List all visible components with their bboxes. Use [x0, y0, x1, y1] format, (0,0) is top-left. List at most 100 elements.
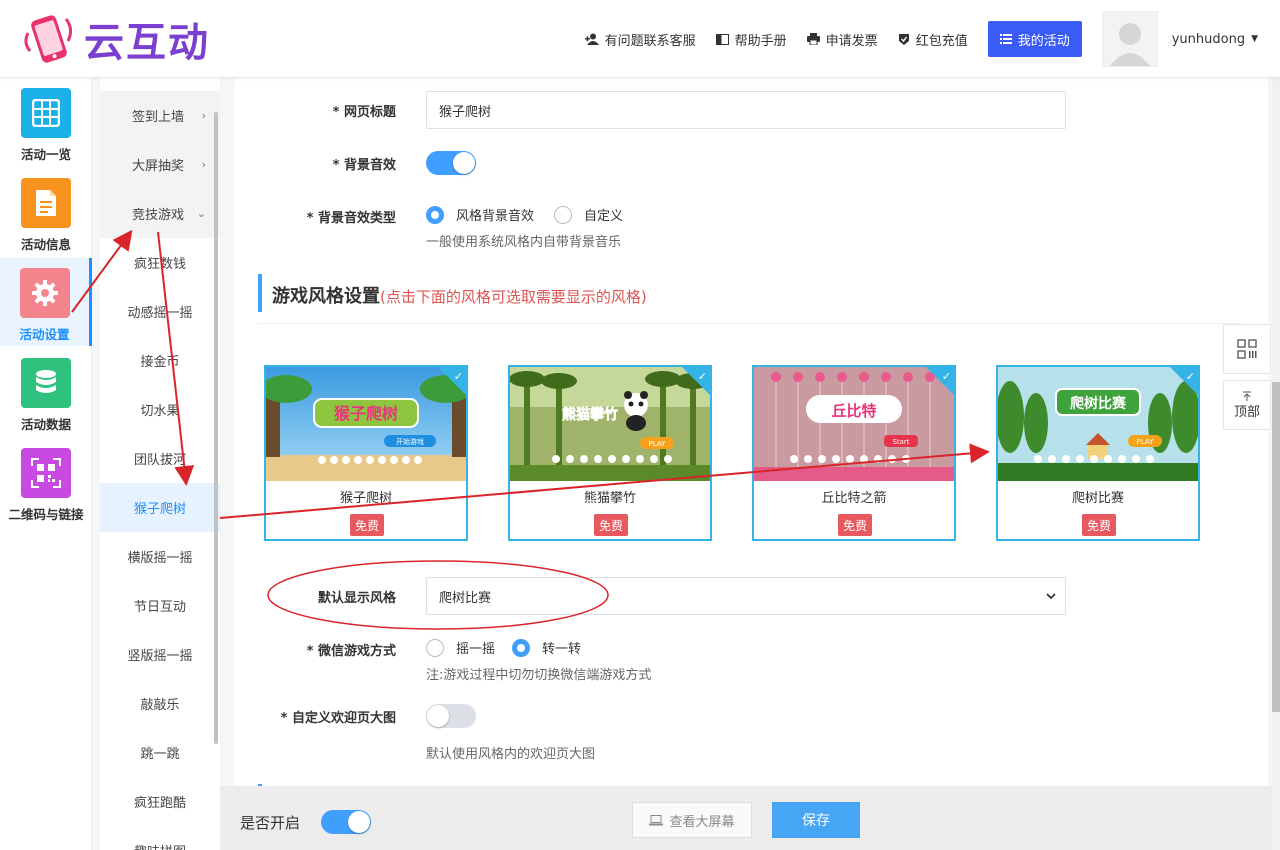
left-nav-item-activity-data[interactable]: 活动数据 — [0, 348, 92, 436]
sub-nav-label: 签到上墙 — [132, 110, 185, 125]
sub-nav-label: 大屏抽奖 — [132, 159, 185, 174]
phone-logo-icon — [24, 15, 73, 63]
chevron-down-icon: ⌄ — [196, 207, 206, 220]
caret-down-icon: ▼ — [1251, 34, 1258, 44]
my-activity-button[interactable]: 我的活动 — [987, 21, 1082, 57]
toggle-knob — [427, 705, 449, 727]
my-activity-label: 我的活动 — [1017, 33, 1070, 49]
left-nav-item-activity-info[interactable]: 活动信息 — [0, 168, 92, 256]
wechat-mode-label: * 微信游戏方式 — [306, 644, 396, 659]
save-button[interactable]: 保存 — [772, 802, 860, 838]
back-to-top-label: 顶部 — [1233, 404, 1260, 420]
left-nav-label: 活动一览 — [20, 147, 71, 162]
gear-icon — [31, 280, 58, 306]
default-style-select[interactable]: 爬树比赛 — [426, 577, 1066, 615]
page-scrollbar-thumb[interactable] — [1272, 382, 1280, 712]
logo-text: 云互动 — [84, 19, 210, 66]
nav-invoice[interactable]: 申请发票 — [806, 30, 878, 49]
left-nav-label: 活动数据 — [20, 417, 71, 432]
style-thumbnail: 爬树比赛 PLAY — [998, 367, 1198, 481]
row-page-title: * 网页标题 猴子爬树 — [234, 91, 1268, 131]
sub-nav-parent-screen-lottery[interactable]: 大屏抽奖 › — [100, 140, 220, 189]
page-title-label: * 网页标题 — [332, 105, 396, 120]
free-badge: 免费 — [350, 514, 384, 536]
style-card-panda[interactable]: 熊猫攀竹 PLAY ✓ 熊猫攀竹 免费 — [508, 365, 712, 541]
bg-music-toggle[interactable] — [426, 151, 476, 175]
sub-nav-item[interactable]: 竖版摇一摇 — [100, 630, 220, 679]
style-thumbnail: 熊猫攀竹 PLAY — [510, 367, 710, 481]
left-nav-item-activity-settings[interactable]: 活动设置 — [0, 258, 92, 346]
side-floating-tools: 顶部 — [1223, 324, 1271, 436]
toggle-knob — [453, 152, 475, 174]
view-big-screen-button[interactable]: 查看大屏幕 — [632, 802, 752, 838]
radio-circle — [426, 638, 444, 657]
style-name: 爬树比赛 — [1071, 491, 1124, 506]
back-to-top-button[interactable]: 顶部 — [1223, 380, 1271, 430]
arrow-up-icon — [1243, 391, 1251, 401]
thumb-play: 开始游戏 — [396, 437, 424, 446]
sub-nav-item[interactable]: 接金币 — [100, 336, 220, 385]
logo[interactable]: 云互动 — [20, 10, 210, 68]
left-nav-icon-bg — [21, 448, 71, 498]
left-nav-label: 活动设置 — [19, 327, 70, 342]
avatar[interactable] — [1101, 11, 1158, 67]
sub-nav-item[interactable]: 团队拔河 — [100, 434, 220, 483]
radio-circle-checked — [512, 638, 530, 657]
sub-nav-item[interactable]: 疯狂跑酷 — [100, 777, 220, 826]
toggle-knob — [348, 811, 370, 833]
sub-nav-item[interactable]: 节日互动 — [100, 581, 220, 630]
section-accent-bar — [258, 274, 262, 312]
left-nav: 活动一览 活动信息 活动设置 活动数据 二维码与链接 — [0, 78, 92, 850]
nav-recharge[interactable]: 红包充值 — [898, 30, 968, 49]
left-nav-item-qrcode-links[interactable]: 二维码与链接 — [0, 438, 92, 526]
radio-label: 自定义 — [584, 209, 624, 224]
left-nav-icon-bg — [21, 358, 71, 408]
free-badge: 免费 — [1082, 514, 1116, 536]
sub-nav-item[interactable]: 疯狂数钱 — [100, 238, 220, 287]
sub-nav-item[interactable]: 跳一跳 — [100, 728, 220, 777]
radio-rotate[interactable]: 转一转 — [512, 638, 581, 657]
row-bg-music-type: * 背景音效类型 风格背景音效 自定义 一般使用系统风格内自带背景音乐 — [234, 204, 1268, 254]
style-name: 丘比特之箭 — [821, 491, 887, 506]
radio-shake[interactable]: 摇一摇 — [426, 638, 495, 657]
left-nav-icon-bg — [19, 268, 70, 318]
radio-label: 风格背景音效 — [456, 209, 535, 224]
style-card-monkey[interactable]: 猴子爬树 开始游戏 ✓ 猴子爬树 免费 — [264, 365, 468, 541]
user-menu[interactable]: yunhudong ▼ — [1172, 32, 1258, 47]
left-nav-item-activity-list[interactable]: 活动一览 — [0, 78, 92, 166]
sub-nav-parent-checkin-wall[interactable]: 签到上墙 › — [100, 91, 220, 140]
thumb-title: 熊猫攀竹 — [562, 406, 618, 423]
user-silhouette-icon — [1109, 23, 1150, 66]
bottom-action-bar: 是否开启 查看大屏幕 保存 — [220, 786, 1272, 850]
sub-nav-item[interactable]: 敲敲乐 — [100, 679, 220, 728]
enable-toggle[interactable] — [321, 810, 371, 834]
page-scrollbar[interactable] — [1272, 78, 1280, 850]
nav-help-manual[interactable]: 帮助手册 — [715, 30, 787, 49]
sub-nav-item-active[interactable]: 猴子爬树 — [100, 483, 220, 532]
radio-style-music[interactable]: 风格背景音效 — [426, 205, 534, 224]
nav-customer-service[interactable]: 有问题联系客服 — [584, 30, 696, 49]
radio-circle-checked — [426, 205, 444, 224]
sub-nav-parent-competitive-games[interactable]: 竞技游戏 ⌄ — [100, 189, 220, 238]
style-thumbnail: 猴子爬树 开始游戏 — [266, 367, 466, 481]
sub-nav-scrollbar[interactable] — [214, 112, 218, 744]
style-card-cupid[interactable]: 丘比特 Start ✓ 丘比特之箭 免费 — [752, 365, 956, 541]
welcome-image-toggle[interactable] — [426, 704, 476, 728]
radio-circle — [554, 205, 572, 224]
qrcode-tool-button[interactable] — [1223, 324, 1271, 374]
page-title-input[interactable]: 猴子爬树 — [426, 91, 1066, 129]
section-note: (点击下面的风格可选取需要显示的风格) — [380, 288, 647, 306]
style-card-tree-race[interactable]: 爬树比赛 PLAY ✓ 爬树比赛 免费 — [996, 365, 1200, 541]
sub-nav-item[interactable]: 趣味拼图 — [100, 826, 220, 850]
enable-label: 是否开启 — [240, 814, 301, 832]
thumb-title: 丘比特 — [831, 402, 876, 420]
sub-nav-item[interactable]: 动感摇一摇 — [100, 287, 220, 336]
style-name: 熊猫攀竹 — [583, 491, 636, 506]
radio-custom-music[interactable]: 自定义 — [554, 205, 623, 224]
sub-nav-item[interactable]: 横版摇一摇 — [100, 532, 220, 581]
sub-nav-item[interactable]: 切水果 — [100, 385, 220, 434]
tree-race-game-preview-image: 爬树比赛 PLAY — [998, 367, 1198, 481]
username: yunhudong — [1171, 31, 1246, 47]
row-wechat-mode: * 微信游戏方式 摇一摇 转一转 注:游戏过程中切勿切换微信端游戏方式 — [234, 637, 1268, 687]
free-badge: 免费 — [594, 514, 628, 536]
